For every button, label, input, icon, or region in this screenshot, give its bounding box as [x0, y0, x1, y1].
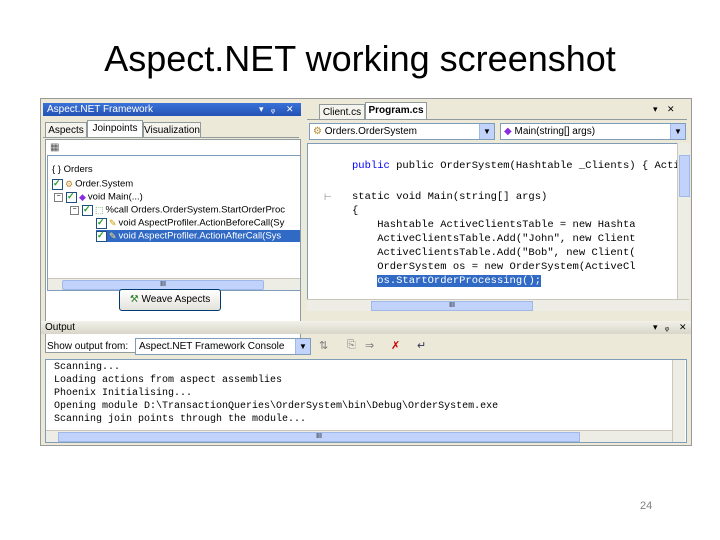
code-line-highlighted: os.StartOrderProcessing();: [352, 275, 542, 287]
checkbox-icon[interactable]: [82, 203, 93, 216]
tab-visualization[interactable]: Visualization: [143, 122, 201, 137]
output-hscrollbar[interactable]: III: [46, 430, 672, 442]
weave-icon: ⚒: [129, 294, 139, 305]
next-icon[interactable]: ⇒: [365, 339, 374, 352]
output-line: Opening module D:\TransactionQueries\Ord…: [54, 401, 499, 412]
editor-hscrollbar[interactable]: III: [307, 299, 689, 311]
pin-icon[interactable]: ᵩ: [271, 103, 275, 116]
tree-toolbar: ▦: [48, 142, 296, 155]
output-line: Scanning...: [54, 362, 121, 373]
dropdown-icon[interactable]: ▾: [259, 103, 264, 116]
output-source-select[interactable]: Aspect.NET Framework Console ▼: [135, 338, 311, 355]
editor-tabstrip: Client.cs Program.cs ▾ ✕: [307, 102, 687, 120]
clear-all-icon[interactable]: ✗: [391, 339, 400, 352]
goto-icon[interactable]: ⇅: [319, 339, 328, 352]
tree-node[interactable]: ⚙Order.System: [52, 177, 133, 190]
method-icon: ◆: [504, 126, 512, 137]
chevron-down-icon[interactable]: ▼: [295, 339, 310, 354]
tab-joinpoints[interactable]: Joinpoints: [87, 120, 143, 137]
output-vscrollbar[interactable]: [672, 360, 685, 442]
code-selection[interactable]: os.StartOrderProcessing();: [377, 275, 542, 287]
close-icon[interactable]: ✕: [667, 104, 675, 115]
type-selector[interactable]: ⚙ Orders.OrderSystem ▼: [309, 123, 495, 140]
output-line: Scanning join points through the module.…: [54, 414, 307, 425]
tree-view-icon[interactable]: ▦: [50, 142, 59, 153]
code-line: {: [352, 205, 359, 217]
tree-node[interactable]: −⬚%call Orders.OrderSystem.StartOrderPro…: [70, 203, 285, 216]
output-titlebar: Output ▾ ᵩ ✕: [41, 321, 691, 334]
code-line: static void Main(string[] args): [352, 191, 548, 203]
aspect-pane-tabstrip: Aspects Joinpoints Visualization: [43, 120, 299, 138]
checkbox-icon[interactable]: [66, 190, 77, 203]
tree-node-selected[interactable]: ✎void AspectProfiler.ActionAfterCall(Sys: [96, 229, 300, 242]
editor-vscrollbar[interactable]: [677, 143, 690, 299]
output-toolbar: Show output from: Aspect.NET Framework C…: [43, 337, 689, 357]
code-line: ActiveClientsTable.Add("Bob", new Client…: [352, 247, 636, 259]
class-icon: ⚙: [313, 126, 322, 137]
member-selector[interactable]: ◆ Main(string[] args) ▼: [500, 123, 686, 140]
output-title: Output: [45, 322, 76, 333]
collapse-icon[interactable]: −: [70, 205, 79, 215]
ide-screenshot: Aspect.NET Framework ▾ ᵩ ✕ Aspects Joinp…: [40, 98, 692, 446]
dropdown-icon[interactable]: ▾: [653, 321, 658, 334]
code-line: OrderSystem os = new OrderSystem(ActiveC…: [352, 261, 636, 273]
tree-node[interactable]: ✎void AspectProfiler.ActionBeforeCall(Sy: [96, 216, 284, 229]
tab-aspects[interactable]: Aspects: [45, 122, 87, 137]
scroll-thumb[interactable]: [679, 155, 690, 197]
method-icon: ◆: [79, 192, 86, 202]
output-text-area[interactable]: Scanning... Loading actions from aspect …: [45, 359, 687, 443]
code-keyword: public: [352, 160, 390, 172]
show-output-label: Show output from:: [47, 341, 129, 352]
code-text: public OrderSystem(Hashtable _Clients) {…: [396, 160, 679, 172]
tab-program-cs[interactable]: Program.cs: [365, 102, 427, 119]
collapse-icon[interactable]: ⊢: [324, 192, 332, 203]
slide-title: Aspect.NET working screenshot: [104, 38, 616, 79]
scroll-thumb[interactable]: III: [58, 432, 580, 442]
chevron-down-icon[interactable]: ▼: [479, 124, 494, 139]
joinpoints-tree: { } Orders ⚙Order.System −◆void Main(...…: [47, 155, 301, 291]
close-icon[interactable]: ✕: [286, 103, 294, 116]
page-number: 24: [640, 500, 653, 512]
action-icon: ✎: [109, 231, 117, 241]
chevron-down-icon[interactable]: ▼: [670, 124, 685, 139]
aspect-pane-titlebar: Aspect.NET Framework ▾ ᵩ ✕: [43, 103, 301, 116]
checkbox-icon[interactable]: [96, 216, 107, 229]
scroll-thumb[interactable]: III: [371, 301, 533, 311]
checkbox-icon[interactable]: [52, 177, 63, 190]
tree-node[interactable]: { } Orders: [52, 164, 93, 176]
code-line: public public OrderSystem(Hashtable _Cli…: [352, 160, 679, 172]
joinpoint-icon: ⬚: [95, 205, 104, 215]
collapse-icon[interactable]: −: [54, 192, 63, 202]
dropdown-icon[interactable]: ▾: [653, 104, 658, 115]
tree-node[interactable]: −◆void Main(...): [54, 190, 143, 203]
weave-aspects-button[interactable]: ⚒ Weave Aspects: [119, 289, 221, 311]
checkbox-icon[interactable]: [96, 229, 107, 242]
action-icon: ✎: [109, 218, 117, 228]
class-icon: ⚙: [65, 179, 74, 189]
word-wrap-icon[interactable]: ↵: [417, 339, 426, 352]
find-icon[interactable]: ⎘: [347, 339, 356, 352]
close-icon[interactable]: ✕: [679, 321, 687, 334]
output-line: Loading actions from aspect assemblies: [54, 375, 283, 386]
tab-client-cs[interactable]: Client.cs: [319, 104, 365, 119]
code-line: Hashtable ActiveClientsTable = new Hasht…: [352, 219, 636, 231]
pin-icon[interactable]: ᵩ: [665, 321, 669, 334]
output-line: Phoenix Initialising...: [54, 388, 193, 399]
aspect-pane-title: Aspect.NET Framework: [47, 104, 153, 115]
code-line: ActiveClientsTable.Add("John", new Clien…: [352, 233, 636, 245]
